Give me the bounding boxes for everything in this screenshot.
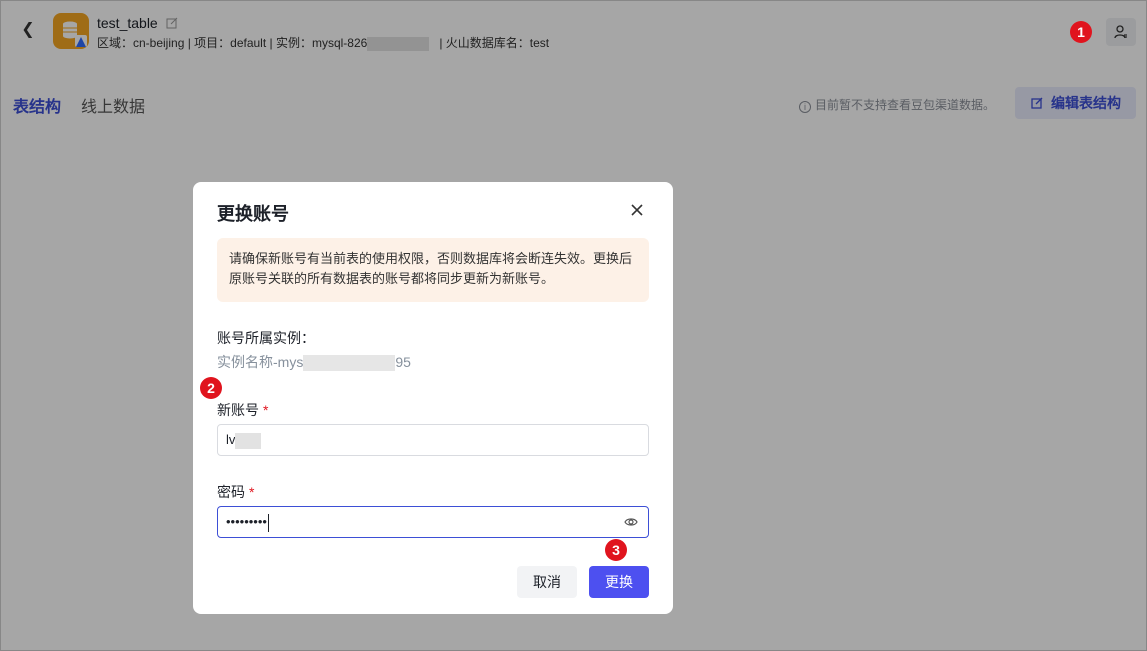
password-label: 密码 *: [217, 482, 254, 502]
instance-prefix: 实例名称-mys: [217, 354, 304, 370]
account-value: lv: [226, 432, 236, 447]
cancel-button[interactable]: 取消: [517, 566, 577, 598]
step-badge-1: 1: [1070, 21, 1092, 43]
account-label: 新账号 *: [217, 400, 268, 420]
account-label-text: 新账号: [217, 402, 259, 418]
required-mark: *: [263, 402, 269, 418]
change-account-dialog: 更换账号 请确保新账号有当前表的使用权限，否则数据库将会断连失效。更换后原账号关…: [193, 182, 673, 614]
instance-suffix: 95: [395, 354, 411, 370]
instance-value: 实例名称-mys 95: [217, 352, 411, 372]
redacted-block: [235, 432, 262, 449]
password-label-text: 密码: [217, 484, 245, 500]
confirm-change-button[interactable]: 更换: [589, 566, 649, 598]
required-mark: *: [249, 484, 255, 500]
dialog-title: 更换账号: [217, 204, 289, 224]
redacted-block: [303, 355, 396, 372]
eye-icon[interactable]: [624, 516, 638, 528]
warning-alert: 请确保新账号有当前表的使用权限，否则数据库将会断连失效。更换后原账号关联的所有数…: [217, 238, 649, 302]
new-account-input[interactable]: lv: [217, 424, 649, 456]
step-badge-2: 2: [200, 377, 222, 399]
password-input[interactable]: •••••••••: [217, 506, 649, 538]
password-value: •••••••••: [226, 514, 267, 529]
text-caret: [267, 513, 269, 532]
instance-label: 账号所属实例：: [217, 330, 315, 346]
close-icon[interactable]: [629, 202, 645, 218]
step-badge-3: 3: [605, 539, 627, 561]
